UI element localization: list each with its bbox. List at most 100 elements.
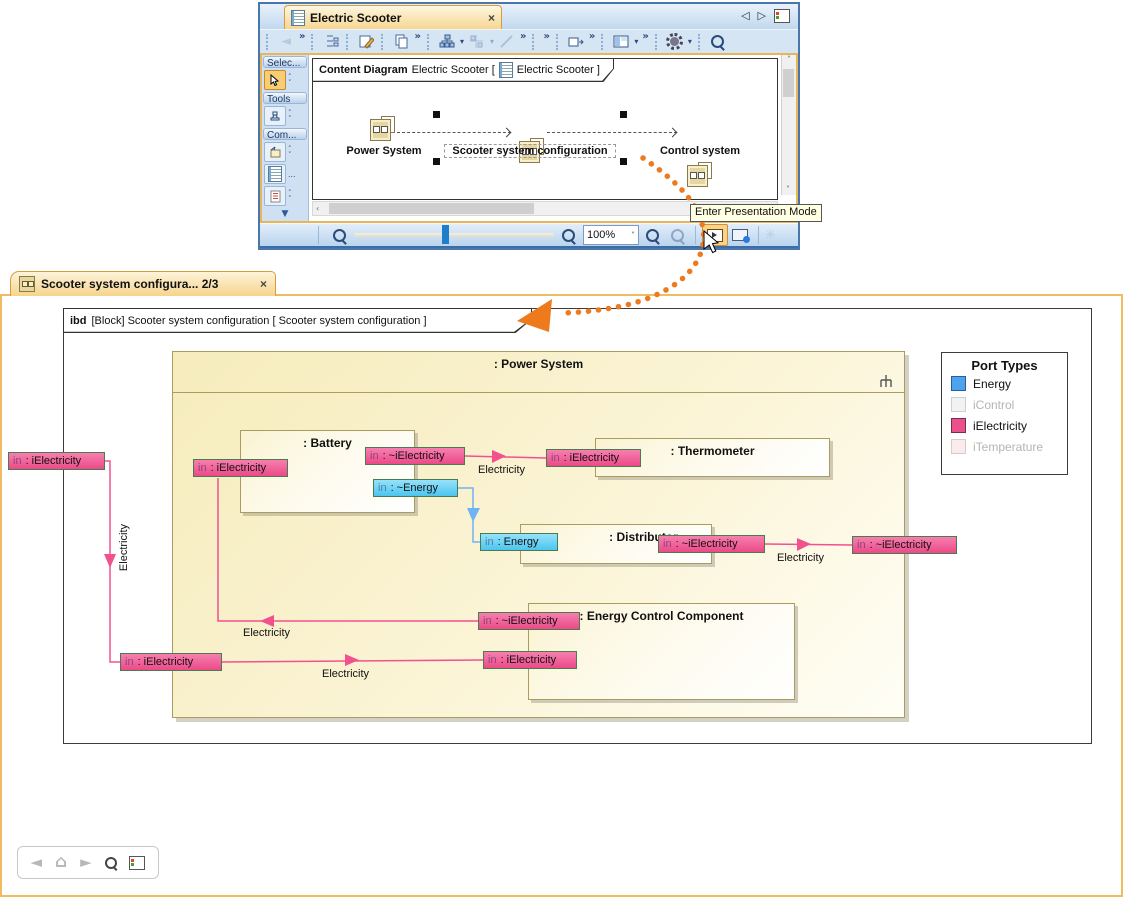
port-ecc-conj-ielectricity[interactable]: in: ~iElectricity	[478, 612, 580, 630]
tab-close-icon[interactable]: ×	[488, 11, 495, 25]
dependency-edge[interactable]	[547, 132, 677, 133]
nav-back-icon[interactable]: ◄	[30, 855, 42, 870]
resize-button[interactable]	[567, 33, 585, 51]
palette-more-label[interactable]: ...	[288, 169, 296, 179]
dependency-edge[interactable]	[397, 132, 511, 133]
nav-search-icon[interactable]	[105, 857, 117, 869]
dropdown-icon[interactable]: ▾	[634, 37, 638, 46]
diagram-info-button[interactable]	[728, 225, 752, 245]
zoom-value: 100%	[587, 229, 615, 241]
prev-tab-icon[interactable]: ◁	[741, 9, 749, 23]
port-battery-ielectricity[interactable]: in: iElectricity	[193, 459, 288, 477]
legend-row-energy: Energy	[942, 373, 1067, 394]
requirement-tool-button[interactable]	[264, 186, 286, 206]
scroll-up-icon[interactable]: ˄	[787, 55, 791, 64]
legend-tool-button[interactable]	[264, 164, 286, 184]
node-control-system-icon[interactable]	[687, 165, 709, 189]
node-power-system-label[interactable]: Power System	[334, 145, 434, 157]
palette-section-selection[interactable]: Selec...	[263, 56, 307, 68]
legend-label: iElectricity	[973, 419, 1027, 433]
palette-spinner[interactable]: ˄˅	[288, 146, 292, 158]
note-tool-button[interactable]	[264, 142, 286, 162]
palette-spinner[interactable]: ˄˅	[288, 110, 292, 122]
zoom-in-icon[interactable]	[562, 229, 575, 242]
overflow-chevron-icon[interactable]: »	[642, 32, 648, 42]
statusbar-separator	[695, 226, 696, 244]
zoom-slider[interactable]	[354, 233, 554, 237]
ibd-diagram-header: ibd [Block] Scooter system configuration…	[63, 308, 532, 333]
statusbar-separator	[758, 226, 759, 244]
layout-hierarchic-button[interactable]	[438, 33, 456, 51]
zoom-level-combo[interactable]: 100% ˅	[583, 225, 639, 245]
enter-presentation-mode-button[interactable]	[702, 224, 728, 246]
zoom-slider-handle[interactable]	[442, 225, 449, 244]
containment-tree-button[interactable]	[322, 33, 340, 51]
window-layout-button[interactable]	[612, 33, 630, 51]
dropdown-icon[interactable]: ▾	[460, 37, 464, 46]
scroll-left-icon[interactable]: ‹	[316, 204, 319, 213]
scrollbar-thumb[interactable]	[783, 69, 794, 97]
ibd-keyword: ibd	[70, 315, 87, 327]
scrollbar-thumb[interactable]	[329, 203, 534, 214]
palette-expand-icon[interactable]: ▼	[262, 207, 308, 221]
draw-path-button-disabled	[498, 33, 516, 51]
port-powersystem-ielectricity[interactable]: in: iElectricity	[120, 653, 222, 671]
toolbar-separator	[427, 34, 432, 50]
edit-diagram-button[interactable]	[357, 33, 375, 51]
port-distributor-conj-ielectricity[interactable]: in: ~iElectricity	[658, 535, 765, 553]
selection-handle[interactable]	[620, 158, 627, 165]
search-button[interactable]	[709, 33, 727, 51]
node-scooter-config-label[interactable]: Scooter system configuration	[445, 145, 615, 157]
fit-in-window-icon[interactable]	[646, 229, 659, 242]
port-powersystem-conj-ielectricity[interactable]: in: ~iElectricity	[852, 536, 957, 554]
select-tool-button[interactable]	[264, 70, 286, 90]
zoom-out-icon[interactable]	[333, 229, 346, 242]
port-battery-conj-ielectricity[interactable]: in: ~iElectricity	[365, 447, 465, 465]
ibd-diagram-icon	[19, 276, 35, 292]
selection-handle[interactable]	[433, 158, 440, 165]
stamp-tool-button[interactable]	[264, 106, 286, 126]
legend-row-ielectricity: iElectricity	[942, 415, 1067, 436]
node-power-system-icon[interactable]	[370, 119, 392, 143]
copy-button[interactable]	[392, 33, 410, 51]
diagram-canvas[interactable]: Content Diagram Electric Scooter [ Elect…	[309, 55, 796, 221]
overflow-chevron-icon[interactable]: »	[543, 32, 549, 42]
nav-forward-icon[interactable]: ►	[80, 855, 92, 870]
tooltip: Enter Presentation Mode	[690, 204, 822, 222]
palette-spinner[interactable]: ˄˅	[288, 74, 292, 86]
port-battery-conj-energy[interactable]: in: ~Energy	[373, 479, 458, 497]
palette-spinner[interactable]: ˄˅	[288, 190, 292, 202]
overflow-chevron-icon[interactable]: »	[589, 32, 595, 42]
overflow-chevron-icon[interactable]: »	[520, 32, 526, 42]
tab-close-icon[interactable]: ×	[260, 277, 267, 291]
back-button[interactable]: ◄	[277, 33, 295, 51]
palette-section-tools[interactable]: Tools	[263, 92, 307, 104]
nav-home-icon[interactable]: ⌂	[55, 854, 67, 871]
overflow-chevron-icon[interactable]: »	[299, 32, 305, 42]
tab-electric-scooter[interactable]: Electric Scooter ×	[284, 5, 502, 30]
selection-handle[interactable]	[620, 111, 627, 118]
next-tab-icon[interactable]: ▷	[758, 9, 766, 23]
search-icon	[711, 35, 724, 48]
palette-section-common[interactable]: Com...	[263, 128, 307, 140]
port-distributor-energy[interactable]: in: Energy	[480, 533, 558, 551]
toolbar-separator	[381, 34, 386, 50]
overflow-chevron-icon[interactable]: »	[414, 32, 420, 42]
scroll-down-icon[interactable]: ˅	[786, 185, 790, 194]
tab-list-icon[interactable]	[774, 9, 790, 23]
frame-kind-label: Content Diagram	[319, 64, 408, 76]
legend-row-icontrol: iControl	[942, 394, 1067, 415]
selection-handle[interactable]	[433, 111, 440, 118]
settings-button[interactable]	[666, 33, 684, 51]
nav-diagram-list-icon[interactable]	[129, 856, 145, 870]
tab-scooter-system-configuration[interactable]: Scooter system configura... 2/3 ×	[10, 271, 276, 296]
vertical-scrollbar[interactable]: ˄ ˅	[781, 55, 796, 195]
port-thermometer-ielectricity[interactable]: in: iElectricity	[546, 449, 641, 467]
busy-spinner-icon: ✳	[765, 228, 776, 243]
port-frame-ielectricity[interactable]: in: iElectricity	[8, 452, 105, 470]
node-control-system-label[interactable]: Control system	[649, 145, 751, 157]
frame-name-label: Electric Scooter [	[412, 64, 495, 76]
diagram-palette: Selec... ˄˅ Tools ˄˅ Com... ˄˅	[262, 55, 309, 221]
port-ecc-ielectricity[interactable]: in: iElectricity	[483, 651, 577, 669]
dropdown-icon[interactable]: ▾	[688, 37, 692, 46]
